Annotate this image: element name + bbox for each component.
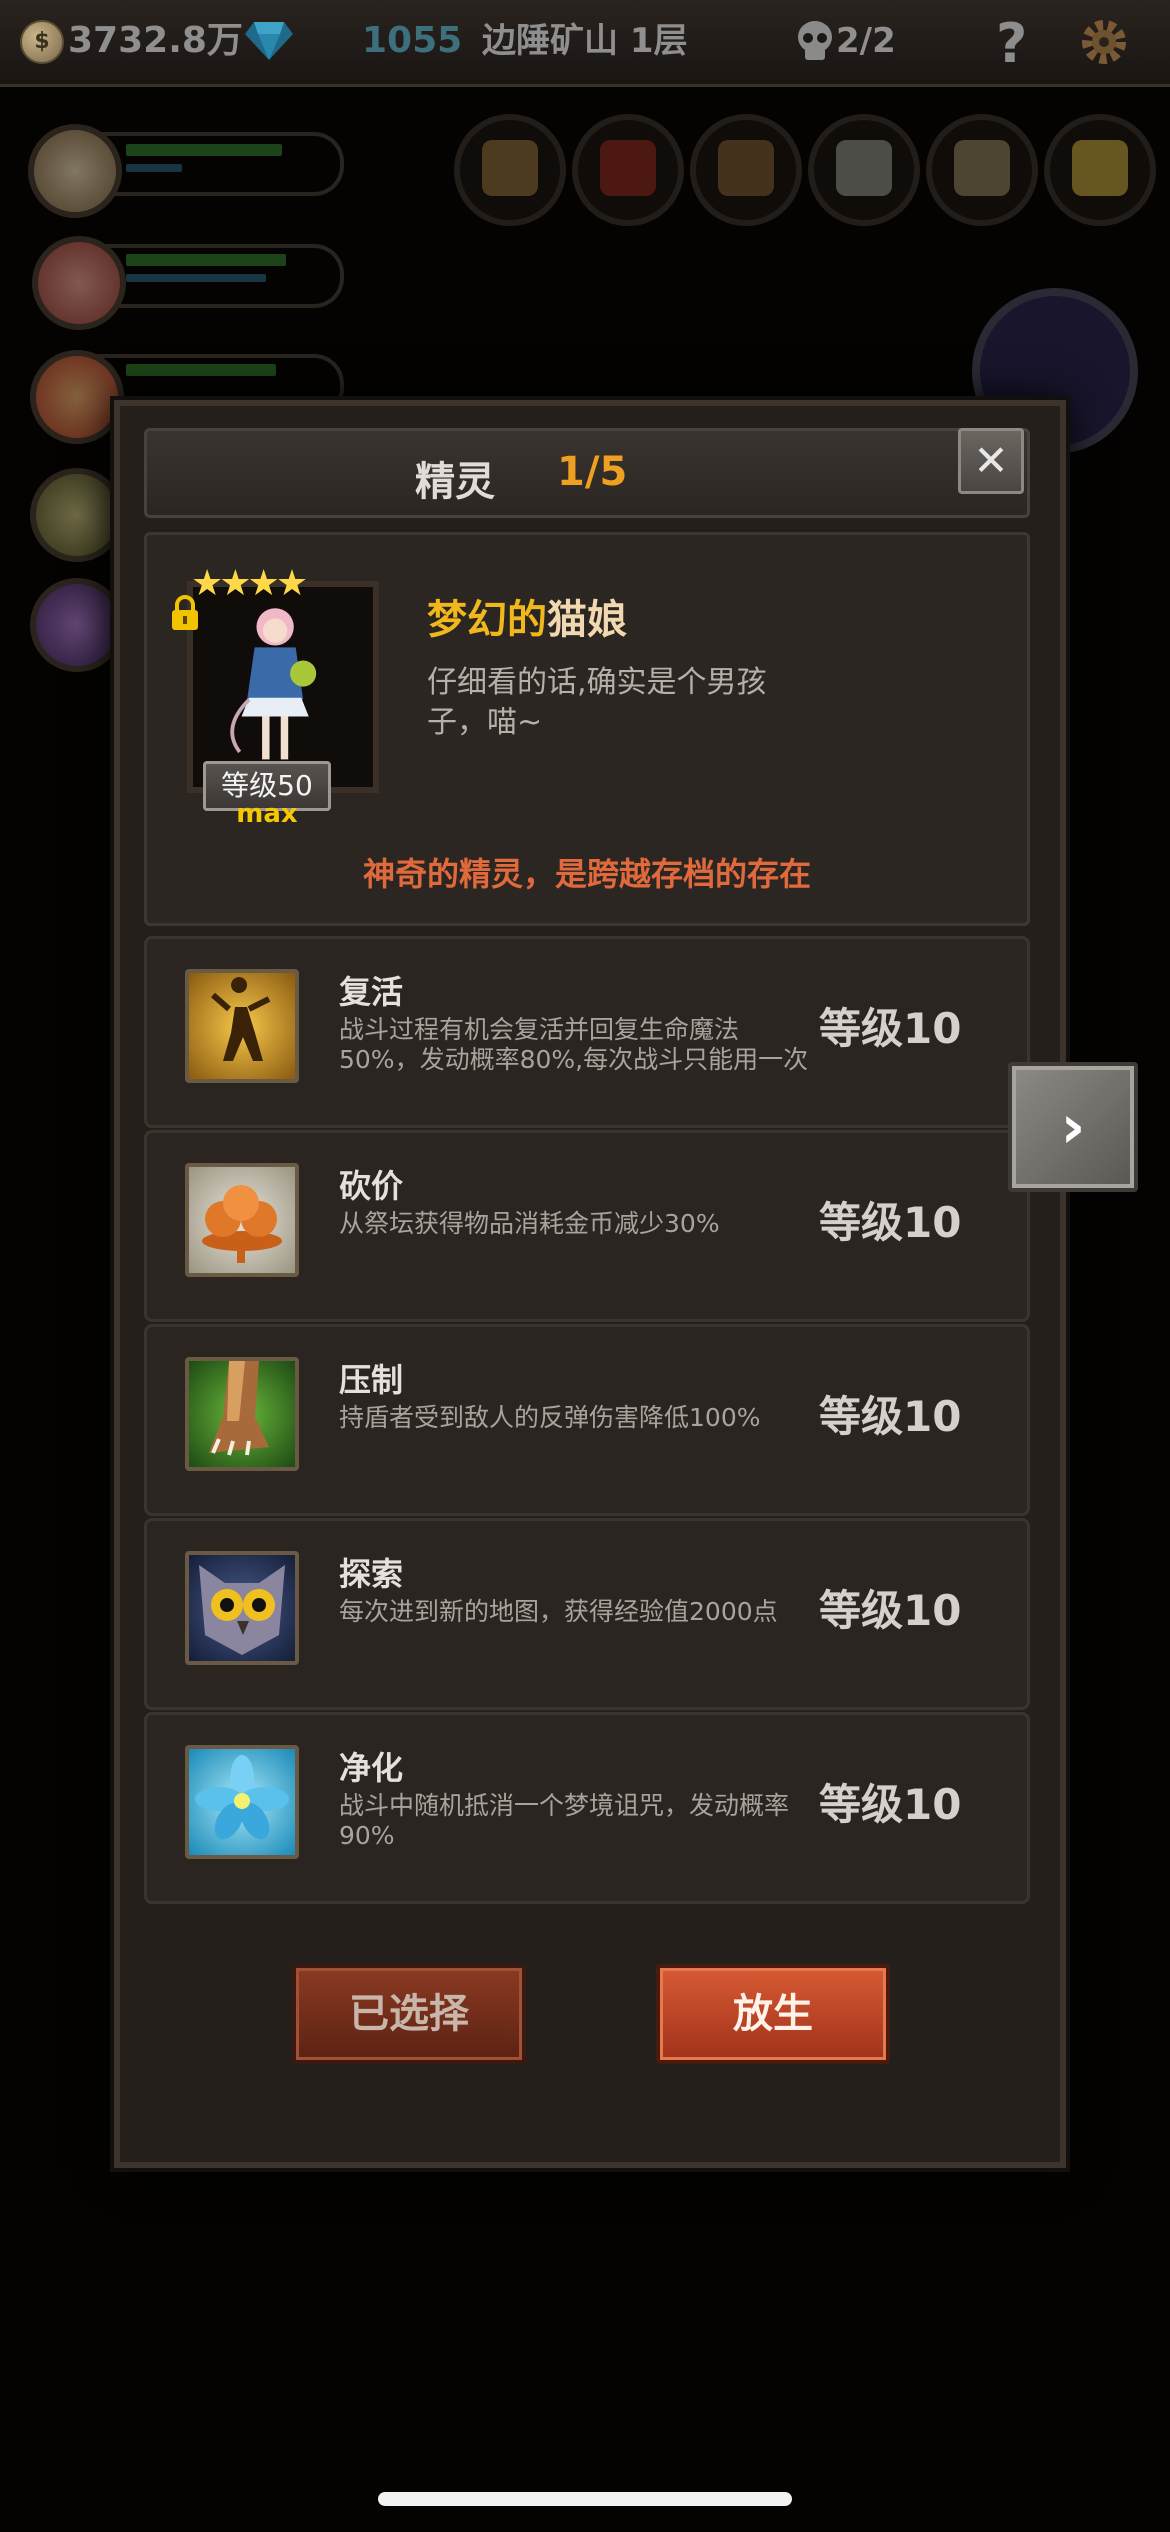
- skill-row-suppress[interactable]: 压制 持盾者受到敌人的反弹伤害降低100% 等级10: [144, 1324, 1030, 1516]
- skill-description: 从祭坛获得物品消耗金币减少30%: [339, 1209, 720, 1238]
- skill-row-explore[interactable]: 探索 每次进到新的地图，获得经验值2000点 等级10: [144, 1518, 1030, 1710]
- gold-amount: 3732.8万: [68, 20, 243, 61]
- hero-5-avatar[interactable]: [30, 578, 124, 672]
- hero-2-hp-bar: [126, 254, 286, 266]
- skill-level: 等级10: [819, 1004, 962, 1053]
- selected-button[interactable]: 已选择: [292, 1964, 526, 2064]
- location-label: 边陲矿山 1层: [482, 21, 688, 61]
- skill-row-purify[interactable]: 净化 战斗中随机抵消一个梦境诅咒，发动概率90% 等级10: [144, 1712, 1030, 1904]
- item-slot-bell[interactable]: [454, 114, 566, 226]
- item-slot-scroll[interactable]: [926, 114, 1038, 226]
- skill-description: 持盾者受到敌人的反弹伤害降低100%: [339, 1403, 761, 1432]
- explore-icon: [185, 1551, 299, 1665]
- lock-icon[interactable]: [169, 595, 201, 631]
- next-spirit-button[interactable]: ›: [1008, 1062, 1138, 1192]
- skill-level: 等级10: [819, 1780, 962, 1829]
- hero-2-mp-bar: [126, 274, 266, 282]
- hero-1-avatar[interactable]: [28, 124, 122, 218]
- skill-level: 等级10: [819, 1586, 962, 1635]
- spirit-info-panel: ★★★★ 等级50 max 梦幻的猫娘 仔细看的话,确实是个男孩子，喵~ 神奇的…: [144, 532, 1030, 926]
- top-status-bar: $ 3732.8万 1055 边陲矿山 1层 2/2 ?: [0, 0, 1170, 87]
- suppress-icon: [185, 1357, 299, 1471]
- skill-row-bargain[interactable]: 砍价 从祭坛获得物品消耗金币减少30% 等级10: [144, 1130, 1030, 1322]
- skill-name: 探索: [339, 1555, 404, 1593]
- item-slot-arrows[interactable]: [572, 114, 684, 226]
- gem-icon: [245, 22, 293, 60]
- home-indicator[interactable]: [378, 2492, 792, 2506]
- skill-level: 等级10: [819, 1198, 962, 1247]
- settings-gear-icon[interactable]: [1078, 16, 1130, 68]
- item-slot-helmet[interactable]: [808, 114, 920, 226]
- chevron-right-icon: ›: [1060, 1092, 1086, 1162]
- skill-row-revive[interactable]: 复活 战斗过程有机会复活并回复生命魔法50%，发动概率80%,每次战斗只能用一次…: [144, 936, 1030, 1128]
- item-slot-pouch[interactable]: [690, 114, 802, 226]
- item-slot-feather[interactable]: [1044, 114, 1156, 226]
- party-count: 2/2: [836, 21, 896, 61]
- dialog-title: 精灵: [415, 459, 495, 505]
- hero-3-avatar[interactable]: [30, 350, 124, 444]
- skill-level: 等级10: [819, 1392, 962, 1441]
- purify-icon: [185, 1745, 299, 1859]
- skill-name: 砍价: [339, 1167, 404, 1205]
- release-button[interactable]: 放生: [656, 1964, 890, 2064]
- spirit-tagline: 神奇的精灵，是跨越存档的存在: [362, 855, 811, 893]
- hero-1-mp-bar: [126, 164, 182, 172]
- close-icon: ✕: [973, 436, 1009, 485]
- hero-2-avatar[interactable]: [32, 236, 126, 330]
- star-rating: ★★★★: [191, 563, 308, 604]
- hero-1-hp-bar: [126, 144, 282, 156]
- skill-name: 净化: [339, 1749, 404, 1787]
- gem-amount: 1055: [362, 20, 463, 61]
- skill-name: 复活: [339, 973, 404, 1011]
- hero-3-hp-bar: [126, 364, 276, 376]
- spirit-name-part2: 猫娘: [547, 597, 627, 643]
- spirit-dialog: 精灵 1/5 ✕ ★★★★ 等级50 max 梦幻的猫娘 仔细看的话,确实是个男…: [114, 400, 1066, 2168]
- bargain-icon: [185, 1163, 299, 1277]
- dialog-header: 精灵 1/5: [144, 428, 1030, 518]
- close-button[interactable]: ✕: [958, 428, 1024, 494]
- cat-girl-figure-icon: [230, 608, 317, 760]
- skill-description: 每次进到新的地图，获得经验值2000点: [339, 1597, 778, 1626]
- spirit-name: 梦幻的猫娘: [427, 587, 627, 645]
- skill-description: 战斗中随机抵消一个梦境诅咒，发动概率90%: [339, 1791, 790, 1850]
- skull-icon: [798, 21, 832, 60]
- skill-description: 战斗过程有机会复活并回复生命魔法50%，发动概率80%,每次战斗只能用一次: [339, 1015, 809, 1074]
- revive-icon: [185, 969, 299, 1083]
- spirit-name-part1: 梦幻的: [427, 597, 547, 643]
- skill-name: 压制: [339, 1361, 404, 1399]
- max-label: max: [236, 799, 298, 829]
- spirit-page-count: 1/5: [557, 449, 628, 495]
- gold-coin-icon: $: [20, 20, 64, 64]
- help-button[interactable]: ?: [996, 12, 1027, 75]
- spirit-description: 仔细看的话,确实是个男孩子，喵~: [427, 665, 767, 740]
- hero-4-avatar[interactable]: [30, 468, 124, 562]
